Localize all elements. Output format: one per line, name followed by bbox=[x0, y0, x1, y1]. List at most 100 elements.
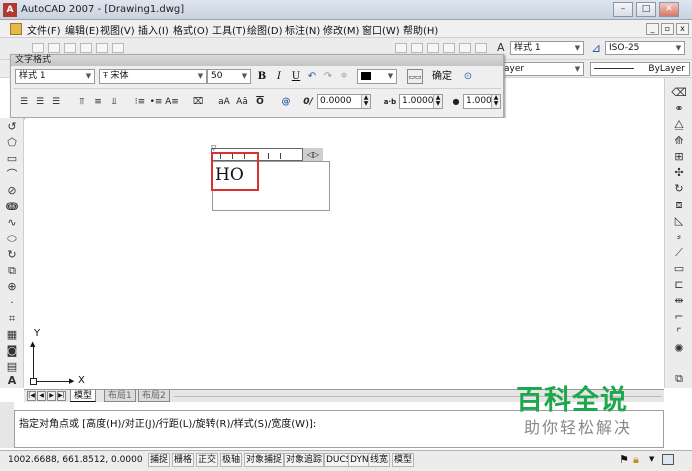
tab-layout1[interactable]: 布局1 bbox=[104, 390, 136, 402]
align-left-icon[interactable]: ☰ bbox=[17, 95, 31, 109]
text-format-toolbar[interactable]: 文字格式 样式 1 ▼ Ŧ 宋体 ▼ 50 ▼ B I U ↶ ↷ ≑ ▼ ▭▭… bbox=[10, 54, 504, 118]
doc-minimize-icon[interactable]: _ bbox=[646, 23, 659, 35]
menu-file[interactable]: 文件(F) bbox=[27, 22, 61, 37]
erase-icon[interactable]: ⌫ bbox=[671, 86, 687, 100]
offset-icon[interactable]: ⟰ bbox=[671, 134, 687, 148]
make-block-icon[interactable]: ⊕ bbox=[4, 280, 20, 294]
oblique-angle-field[interactable]: 0.0000 ▲ ▼ bbox=[317, 94, 371, 109]
print-icon[interactable] bbox=[80, 43, 92, 53]
align-bottom-icon[interactable]: ⫫ bbox=[107, 95, 121, 109]
arc-tool-icon[interactable]: ⌒ bbox=[4, 168, 20, 182]
rotate-icon[interactable]: ↻ bbox=[671, 182, 687, 196]
spinner-icon[interactable]: ▲ ▼ bbox=[491, 95, 500, 108]
arc-icon[interactable]: ↺ bbox=[4, 120, 20, 134]
menu-draw[interactable]: 绘图(D) bbox=[247, 22, 283, 37]
text-format-title[interactable]: 文字格式 bbox=[11, 55, 503, 66]
menu-help[interactable]: 帮助(H) bbox=[403, 22, 438, 37]
tf-style-combo[interactable]: 样式 1 ▼ bbox=[15, 69, 95, 84]
scale-icon[interactable]: ⧈ bbox=[671, 198, 687, 212]
doc-restore-icon[interactable]: ▫ bbox=[661, 23, 674, 35]
menu-modify[interactable]: 修改(M) bbox=[323, 22, 359, 37]
menu-insert[interactable]: 插入(I) bbox=[138, 22, 169, 37]
document-icon[interactable] bbox=[10, 23, 22, 35]
array-icon[interactable]: ⊞ bbox=[671, 150, 687, 164]
dim-style-combo[interactable]: ISO-25 ▼ bbox=[605, 41, 685, 55]
linetype-combo[interactable]: ByLayer bbox=[590, 62, 690, 76]
first-tab-icon[interactable]: |◀ bbox=[27, 391, 36, 401]
spinner-icon[interactable]: ▲ ▼ bbox=[433, 95, 442, 108]
plot-preview-icon[interactable] bbox=[96, 43, 108, 53]
properties-icon[interactable] bbox=[395, 43, 407, 53]
maximize-icon[interactable]: □ bbox=[636, 2, 656, 17]
grid-toggle[interactable]: 栅格 bbox=[172, 453, 195, 467]
redo-button[interactable]: ↷ bbox=[321, 69, 335, 84]
undo-button[interactable]: ↶ bbox=[305, 69, 319, 84]
draw-order-icon[interactable]: ⧉ bbox=[671, 372, 687, 386]
menu-edit[interactable]: 编辑(E) bbox=[65, 22, 99, 37]
markup-icon[interactable] bbox=[459, 43, 471, 53]
design-center-icon[interactable] bbox=[411, 43, 423, 53]
drawing-canvas[interactable]: ◁▷ ▽ HO ▲ ▶ Y X bbox=[25, 118, 664, 388]
uppercase-button[interactable]: aA bbox=[217, 95, 231, 109]
explode-icon[interactable]: ✺ bbox=[671, 342, 687, 356]
model-toggle[interactable]: 模型 bbox=[392, 453, 415, 467]
menu-format[interactable]: 格式(O) bbox=[173, 22, 209, 37]
options-icon[interactable]: ⊙ bbox=[461, 69, 475, 84]
underline-button[interactable]: U bbox=[289, 69, 303, 84]
calculator-icon[interactable] bbox=[475, 43, 487, 53]
lock-icon[interactable]: 🔒︎ bbox=[633, 453, 639, 467]
ruler-icon[interactable]: ▭▭ bbox=[407, 69, 423, 84]
break-icon[interactable]: ▭ bbox=[671, 262, 687, 276]
last-tab-icon[interactable]: ▶| bbox=[57, 391, 66, 401]
circle-icon[interactable]: ⊘ bbox=[4, 184, 20, 198]
text-style-combo[interactable]: 样式 1 ▼ bbox=[510, 41, 584, 55]
open-icon[interactable] bbox=[48, 43, 60, 53]
stack-icon[interactable]: ≑ bbox=[337, 69, 351, 84]
prev-tab-icon[interactable]: ◀ bbox=[37, 391, 46, 401]
lineweight-toggle[interactable]: 线宽 bbox=[368, 453, 391, 467]
communication-icon[interactable]: ⚑ bbox=[619, 453, 629, 466]
ruler-width-handle[interactable]: ◁▷ bbox=[303, 148, 323, 161]
align-center-icon[interactable]: ☰ bbox=[33, 95, 47, 109]
sheet-set-icon[interactable] bbox=[443, 43, 455, 53]
close-icon[interactable]: ✕ bbox=[659, 2, 679, 17]
move-icon[interactable]: ✣ bbox=[671, 166, 687, 180]
save-icon[interactable] bbox=[64, 43, 76, 53]
lowercase-button[interactable]: Aā bbox=[235, 95, 249, 109]
lettering-icon[interactable]: A≡ bbox=[165, 95, 179, 109]
insert-field-icon[interactable]: ⌧ bbox=[191, 95, 205, 109]
tab-model[interactable]: 模型 bbox=[70, 390, 97, 402]
otrack-toggle[interactable]: 对象追踪 bbox=[284, 453, 325, 467]
mtext-icon[interactable]: A bbox=[4, 374, 20, 388]
ellipse-icon[interactable]: ⬭ bbox=[4, 232, 20, 246]
menu-dimension[interactable]: 标注(N) bbox=[285, 22, 320, 37]
menu-view[interactable]: 视图(V) bbox=[100, 22, 135, 37]
mtext-content[interactable]: HO bbox=[215, 165, 244, 185]
chamfer-icon[interactable]: ⌐ bbox=[671, 310, 687, 324]
polygon-icon[interactable]: ⬠ bbox=[4, 136, 20, 150]
hatch-icon[interactable]: ⌗ bbox=[4, 312, 20, 326]
join-icon[interactable]: ⇹ bbox=[671, 294, 687, 308]
spinner-icon[interactable]: ▲ ▼ bbox=[361, 95, 370, 108]
snap-toggle[interactable]: 捕捉 bbox=[148, 453, 171, 467]
tf-font-combo[interactable]: Ŧ 宋体 ▼ bbox=[99, 69, 207, 84]
trim-icon[interactable]: ⸗ bbox=[671, 230, 687, 244]
autocad-app-icon[interactable]: A bbox=[3, 3, 17, 17]
symbol-button[interactable]: @ bbox=[279, 95, 293, 109]
italic-button[interactable]: I bbox=[272, 69, 286, 84]
insert-block-icon[interactable]: ⧉ bbox=[4, 264, 20, 278]
spline-icon[interactable]: ∿ bbox=[4, 216, 20, 230]
chevron-down-icon[interactable]: ▼ bbox=[649, 455, 654, 463]
new-icon[interactable] bbox=[32, 43, 44, 53]
align-top-icon[interactable]: ⫪ bbox=[75, 95, 89, 109]
fillet-icon[interactable]: ⌜ bbox=[671, 326, 687, 340]
width-factor-field[interactable]: 1.0000 ▲ ▼ bbox=[463, 94, 501, 109]
region-icon[interactable]: ◙ bbox=[4, 344, 20, 358]
tool-palettes-icon[interactable] bbox=[427, 43, 439, 53]
osnap-toggle[interactable]: 对象捕捉 bbox=[244, 453, 285, 467]
align-middle-icon[interactable]: ≡ bbox=[91, 95, 105, 109]
clean-screen-icon[interactable] bbox=[662, 454, 674, 465]
bullets-icon[interactable]: •≡ bbox=[149, 95, 163, 109]
doc-close-icon[interactable]: x bbox=[676, 23, 689, 35]
ok-button[interactable]: 确定 bbox=[429, 69, 455, 84]
